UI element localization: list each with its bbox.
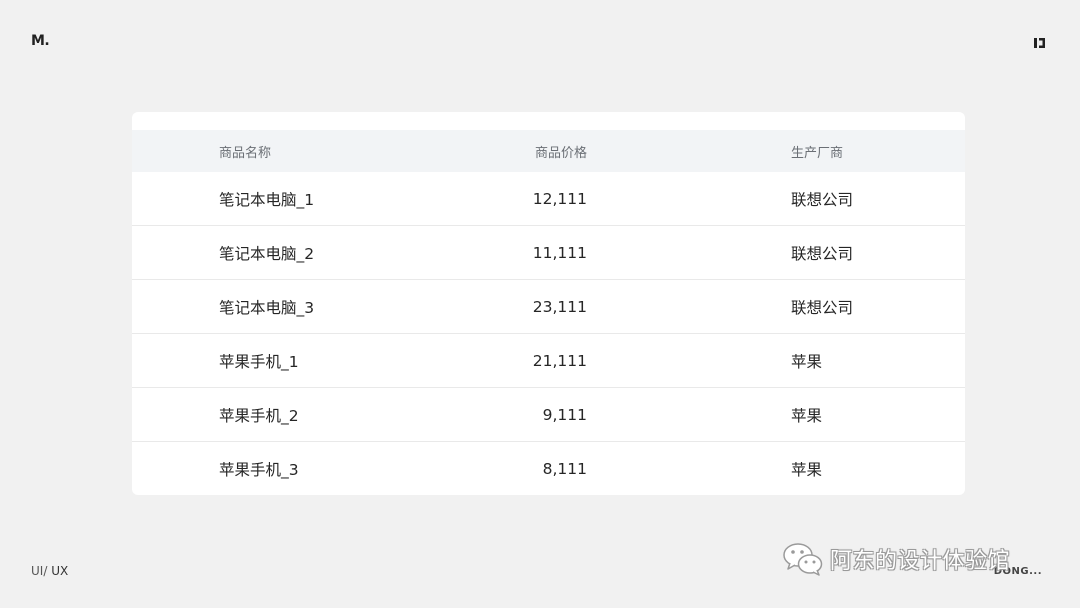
table-row[interactable]: 笔记本电脑_1 12,111 联想公司 bbox=[132, 172, 965, 226]
column-header-name[interactable]: 商品名称 bbox=[219, 130, 271, 172]
cell-name: 笔记本电脑_2 bbox=[219, 244, 315, 263]
table-row[interactable]: 笔记本电脑_2 11,111 联想公司 bbox=[132, 225, 965, 279]
table-row[interactable]: 苹果手机_3 8,111 苹果 bbox=[132, 441, 965, 495]
bracket-square-icon bbox=[1034, 38, 1045, 48]
table-row[interactable]: 苹果手机_2 9,111 苹果 bbox=[132, 387, 965, 441]
cell-price: 9,111 bbox=[542, 405, 587, 424]
footer-label-ux: UX bbox=[47, 564, 69, 578]
watermark: 阿东的设计体验馆 bbox=[782, 541, 1010, 577]
cell-maker: 苹果 bbox=[791, 406, 823, 425]
brand-logo: M. bbox=[31, 33, 50, 49]
column-header-price[interactable]: 商品价格 bbox=[535, 130, 587, 172]
cell-price: 8,111 bbox=[542, 459, 587, 478]
cell-price: 23,111 bbox=[532, 297, 587, 316]
cell-price: 21,111 bbox=[532, 351, 587, 370]
cell-maker: 苹果 bbox=[791, 460, 823, 479]
column-header-maker[interactable]: 生产厂商 bbox=[791, 130, 843, 172]
cell-name: 笔记本电脑_3 bbox=[219, 298, 315, 317]
cell-name: 苹果手机_2 bbox=[219, 406, 299, 425]
cell-name: 苹果手机_1 bbox=[219, 352, 299, 371]
cell-maker: 苹果 bbox=[791, 352, 823, 371]
footer-label: UI/ UX bbox=[31, 564, 68, 578]
table-header: 商品名称 商品价格 生产厂商 bbox=[132, 130, 965, 172]
wechat-icon bbox=[783, 543, 823, 576]
cell-maker: 联想公司 bbox=[791, 244, 854, 263]
cell-maker: 联想公司 bbox=[791, 191, 854, 209]
cell-name: 笔记本电脑_1 bbox=[219, 191, 315, 209]
data-table: 商品名称 商品价格 生产厂商 笔记本电脑_1 12,111 联想公司 笔记本电脑… bbox=[132, 112, 965, 495]
table-row[interactable]: 苹果手机_1 21,111 苹果 bbox=[132, 333, 965, 387]
footer-label-ui: UI/ bbox=[31, 564, 48, 578]
cell-maker: 联想公司 bbox=[791, 298, 854, 317]
cell-price: 12,111 bbox=[532, 190, 587, 208]
table-row[interactable]: 笔记本电脑_3 23,111 联想公司 bbox=[132, 279, 965, 333]
cell-price: 11,111 bbox=[532, 243, 587, 262]
watermark-text: 阿东的设计体验馆 bbox=[830, 549, 1011, 574]
cell-name: 苹果手机_3 bbox=[219, 460, 299, 479]
